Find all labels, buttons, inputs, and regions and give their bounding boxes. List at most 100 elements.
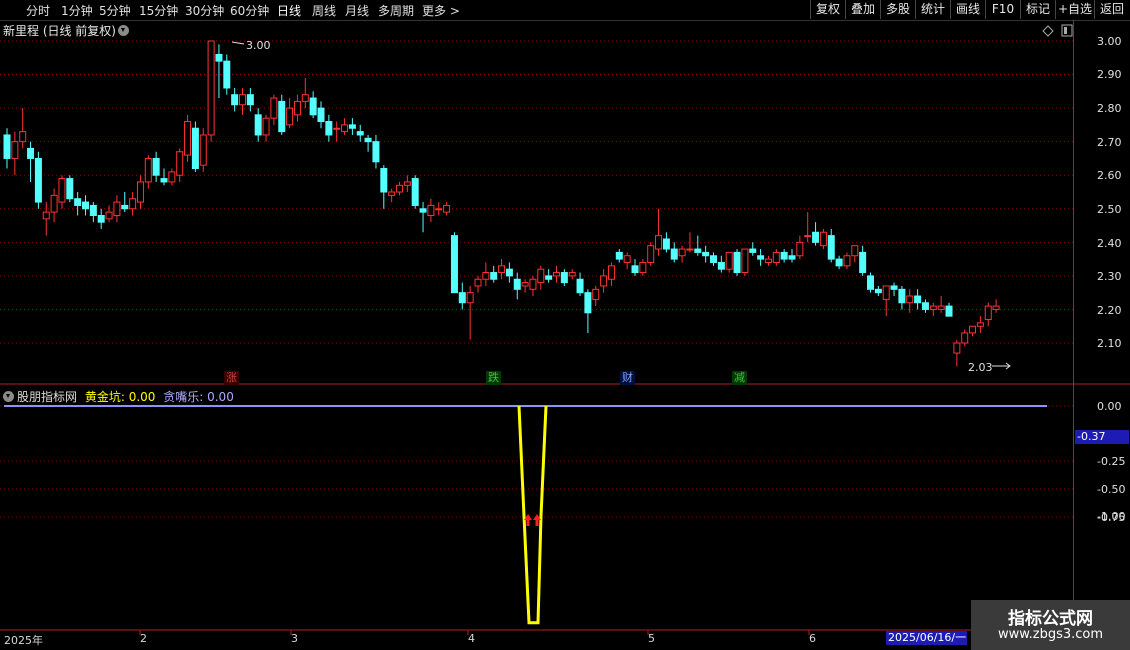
candle-up	[984, 305, 992, 321]
candle-down	[364, 137, 372, 143]
event-tag-zhang[interactable]: 涨	[224, 371, 239, 385]
candle-up	[623, 255, 631, 263]
candle-down	[788, 255, 796, 260]
candle-up	[286, 107, 294, 126]
event-tag-cai[interactable]: 财	[620, 371, 635, 385]
candle-up	[207, 40, 215, 136]
candle-up	[796, 241, 804, 257]
event-tag-jian[interactable]: 减	[732, 371, 747, 385]
x-tick-label: 4	[468, 632, 475, 645]
right-axis-line	[1073, 20, 1074, 632]
candle-down	[710, 255, 717, 263]
candle-down	[458, 292, 466, 304]
candle-down	[615, 251, 623, 260]
candle-down	[631, 265, 639, 274]
candle-down	[254, 114, 262, 136]
candle-up	[498, 265, 506, 274]
huangjinkeng-line	[517, 405, 548, 625]
candle-up	[969, 325, 977, 334]
low-price-label: 2.03	[968, 361, 993, 374]
candle-down	[89, 204, 97, 216]
indicator-menu-icon[interactable]	[3, 391, 14, 402]
panel-toggle-icon[interactable]	[1061, 24, 1073, 37]
candle-up	[906, 295, 914, 304]
candle-up	[804, 235, 812, 238]
candle-down	[97, 214, 105, 223]
candle-down	[419, 208, 427, 213]
candle-up	[144, 157, 152, 183]
candle-up	[333, 127, 341, 130]
candle-up	[482, 272, 490, 280]
grid-lines	[0, 40, 1073, 635]
candle-up	[961, 332, 969, 344]
candle-down	[670, 248, 678, 260]
candle-up	[851, 245, 859, 257]
candle-down	[309, 97, 317, 116]
high-arrow	[231, 41, 245, 45]
candle-down	[505, 268, 513, 277]
indicator-tick: -0.50	[1097, 483, 1126, 496]
candle-up	[19, 131, 27, 143]
indicator-series	[4, 405, 1047, 625]
candle-down	[3, 134, 11, 159]
candle-up	[521, 282, 529, 287]
candle-up	[725, 251, 733, 270]
candle-down	[867, 275, 874, 290]
candle-up	[58, 178, 66, 203]
x-tick-label: 6	[809, 632, 816, 645]
price-tick: 2.90	[1097, 68, 1122, 81]
candle-down	[694, 248, 702, 253]
x-tick-label: 2025年	[4, 634, 43, 647]
diamond-icon[interactable]	[1042, 25, 1054, 37]
candle-up	[647, 245, 655, 263]
price-tick: 2.60	[1097, 169, 1122, 182]
x-tick-label: 5	[648, 632, 655, 645]
candle-up	[553, 272, 560, 277]
candle-up	[396, 184, 403, 193]
candle-up	[293, 100, 301, 116]
indicator-name: 股朋指标网	[17, 390, 78, 404]
price-tick: 2.30	[1097, 270, 1122, 283]
candle-down	[749, 248, 757, 253]
candle-up	[388, 191, 396, 196]
candle-up	[403, 181, 411, 186]
candle-up	[639, 261, 647, 274]
candle-down	[191, 127, 199, 170]
indicator-tick: 0.00	[1097, 400, 1122, 413]
candle-up	[184, 121, 192, 156]
price-tick: 2.10	[1097, 337, 1122, 350]
price-tick: 2.70	[1097, 136, 1122, 149]
candle-down	[702, 251, 710, 257]
candle-down	[215, 53, 223, 62]
candle-up	[607, 265, 615, 280]
candle-up	[136, 181, 144, 203]
candle-down	[231, 94, 239, 106]
candle-up	[568, 272, 576, 277]
x-tick-label: 2	[140, 632, 147, 645]
candle-down	[372, 141, 380, 163]
candle-down	[898, 288, 906, 304]
candle-down	[380, 168, 388, 193]
candle-up	[262, 117, 270, 136]
event-tag-die[interactable]: 跌	[486, 371, 501, 385]
price-tick: 2.20	[1097, 304, 1122, 317]
candle-down	[325, 121, 333, 136]
candle-up	[953, 342, 961, 354]
candle-down	[733, 251, 741, 274]
candle-down	[921, 302, 929, 310]
candle-down	[66, 178, 74, 200]
candle-down	[780, 251, 788, 260]
candle-down	[757, 255, 765, 260]
candle-up	[929, 305, 937, 310]
candle-up	[772, 251, 780, 263]
candle-down	[27, 147, 35, 159]
candle-down	[859, 251, 867, 274]
candle-down	[827, 235, 835, 260]
candle-down	[450, 235, 458, 294]
candle-up	[937, 305, 945, 310]
chart-canvas: 3.00 2.03	[0, 24, 1130, 635]
candle-up	[199, 134, 207, 166]
indicator-label-tanzuile: 贪嘴乐: 0.00	[163, 390, 234, 404]
candle-down	[411, 178, 419, 206]
candle-up	[678, 248, 686, 257]
